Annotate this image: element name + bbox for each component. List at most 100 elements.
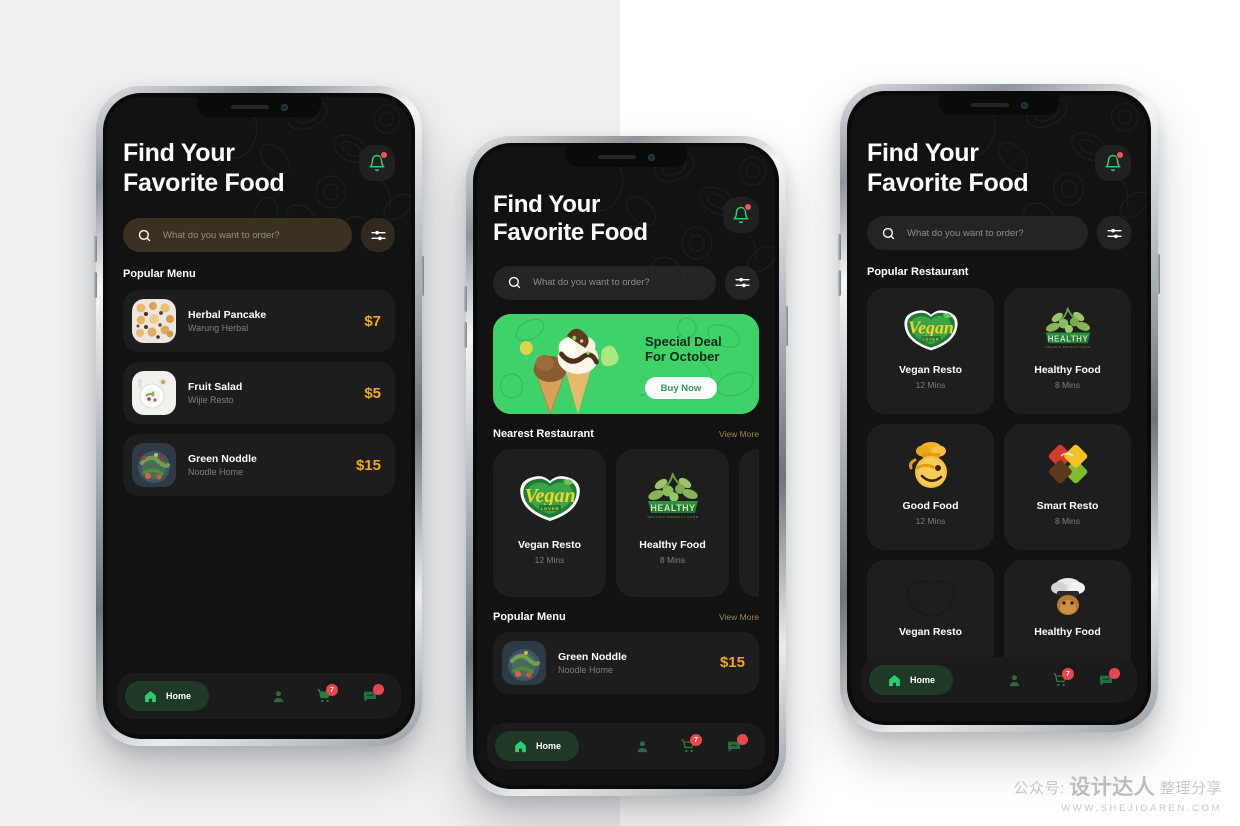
volume-button[interactable]	[464, 322, 467, 348]
home-icon	[889, 674, 900, 686]
page-title-line-2: Favorite Food	[123, 168, 285, 197]
svg-text:ORGANIC PRODUCT FOOD: ORGANIC PRODUCT FOOD	[647, 515, 698, 519]
restaurant-time: 8 Mins	[659, 554, 686, 565]
tab-profile[interactable]	[619, 731, 665, 761]
screen-popular-restaurant: Find Your Favorite Food What do you want…	[851, 95, 1147, 721]
restaurant-name: Vegan Resto	[517, 538, 582, 551]
bottom-tab-bar: Home 7	[487, 723, 765, 769]
tab-home[interactable]: Home	[495, 731, 579, 761]
volume-button[interactable]	[94, 236, 97, 262]
view-more-link[interactable]: View More	[719, 612, 759, 622]
tab-home[interactable]: Home	[869, 665, 953, 695]
search-icon	[508, 276, 521, 289]
tab-profile[interactable]	[991, 665, 1037, 695]
buy-now-button[interactable]: Buy Now	[645, 377, 717, 400]
restaurant-name: Vegan Resto	[898, 364, 963, 376]
fruit-salad-photo	[132, 371, 176, 415]
restaurant-card[interactable]: HEALTHY ORGANIC PRODUCT FOOD Healthy Foo…	[616, 448, 729, 597]
home-icon	[145, 690, 156, 702]
tab-cart[interactable]: 7	[1037, 665, 1083, 695]
section-title: Nearest Restaurant	[493, 427, 594, 440]
filter-button[interactable]	[1097, 216, 1131, 250]
tab-home-label: Home	[909, 675, 935, 685]
user-icon	[1009, 674, 1019, 686]
restaurant-card[interactable]: Good Food 12 Mins	[867, 424, 994, 550]
menu-item-price: $5	[364, 384, 381, 402]
menu-item-thumbnail	[132, 443, 176, 487]
menu-item-price: $15	[719, 654, 745, 672]
menu-list-item[interactable]: Herbal Pancake Warung Herbal $7	[123, 290, 395, 352]
smart-resto-diamond-logo	[1048, 444, 1087, 484]
search-row: What do you want to order?	[493, 265, 759, 300]
filter-button[interactable]	[725, 265, 759, 300]
search-input[interactable]: What do you want to order?	[493, 265, 716, 300]
svg-text:LOVER: LOVER	[922, 338, 939, 342]
menu-item-restaurant: Noodle Home	[558, 664, 614, 675]
tab-messages[interactable]	[347, 681, 393, 711]
tab-cart[interactable]: 7	[665, 731, 711, 761]
restaurant-card[interactable]: HEALTHY ORGANIC PRODUCT FOOD Healthy Foo…	[1004, 288, 1131, 414]
restaurant-time: 8 Mins	[1054, 516, 1081, 526]
search-input[interactable]: What do you want to order?	[123, 218, 352, 252]
watermark-brand: 设计达人	[1069, 775, 1156, 799]
restaurant-logo	[1037, 440, 1099, 490]
restaurant-card[interactable]: Vegan LOVER Vegan Resto 12 Mins	[493, 448, 606, 597]
notifications-button[interactable]	[359, 145, 395, 181]
restaurant-card-partial[interactable]	[739, 448, 759, 597]
power-button[interactable]	[785, 306, 788, 346]
search-placeholder: What do you want to order?	[907, 227, 1024, 239]
restaurant-logo	[900, 440, 962, 490]
page-title-line-2: Favorite Food	[493, 219, 648, 247]
tab-messages[interactable]	[1083, 665, 1129, 695]
menu-item-text: Fruit Salad Wijie Resto	[188, 381, 352, 405]
menu-item-restaurant: Noodle Home	[188, 467, 244, 477]
menu-list-item[interactable]: Green Noddle Noodle Home $15	[493, 631, 759, 694]
restaurant-name: Good Food	[902, 500, 959, 512]
tab-messages[interactable]	[711, 731, 757, 761]
restaurant-card[interactable]: Smart Resto 8 Mins	[1004, 424, 1131, 550]
menu-list-item[interactable]: Green Noddle Noodle Home $15	[123, 434, 395, 496]
menu-item-text: Green Noddle Noodle Home	[558, 651, 708, 675]
svg-text:HEALTHY: HEALTHY	[1047, 335, 1088, 344]
restaurant-logo	[900, 576, 962, 616]
page-title-line-2: Favorite Food	[867, 168, 1029, 197]
screen-popular-menu: Find Your Favorite Food What do you want…	[107, 97, 411, 735]
volume-button[interactable]	[838, 270, 841, 296]
promo-banner[interactable]: Special Deal For October Buy Now	[493, 313, 759, 414]
bottom-tab-bar: Home 7	[861, 657, 1137, 703]
notifications-button[interactable]	[723, 197, 759, 233]
power-button[interactable]	[1157, 254, 1160, 294]
restaurant-time: 12 Mins	[915, 516, 946, 526]
svg-text:HEALTHY: HEALTHY	[650, 503, 695, 513]
restaurant-logo: Vegan LOVER	[893, 304, 969, 354]
menu-item-thumbnail	[132, 371, 176, 415]
notification-dot	[380, 151, 388, 159]
tab-home-label: Home	[535, 741, 561, 751]
volume-button[interactable]	[838, 234, 841, 260]
restaurant-card[interactable]: Vegan LOVER Vegan Resto 12 Mins	[867, 288, 994, 414]
tab-home[interactable]: Home	[125, 681, 209, 711]
power-button[interactable]	[421, 256, 424, 296]
menu-item-text: Herbal Pancake Warung Herbal	[188, 309, 352, 333]
volume-button[interactable]	[94, 272, 97, 298]
search-placeholder: What do you want to order?	[533, 277, 650, 289]
search-input[interactable]: What do you want to order?	[867, 216, 1088, 250]
view-more-link[interactable]: View More	[719, 429, 759, 439]
volume-button[interactable]	[464, 286, 467, 312]
restaurant-name: Healthy Food	[639, 538, 706, 551]
page-title-line-1: Find Your	[867, 139, 979, 167]
svg-text:ORGANIC PRODUCT FOOD: ORGANIC PRODUCT FOOD	[1045, 345, 1090, 349]
tab-cart[interactable]: 7	[301, 681, 347, 711]
messages-badge	[373, 684, 384, 695]
good-food-chef-logo	[908, 442, 947, 488]
tab-profile[interactable]	[255, 681, 301, 711]
restaurant-name: Vegan Resto	[898, 626, 963, 638]
menu-list-item[interactable]: Fruit Salad Wijie Resto $5	[123, 362, 395, 424]
vegan-lover-logo: Vegan LOVER	[903, 310, 958, 351]
notifications-button[interactable]	[1095, 145, 1131, 181]
search-icon	[138, 229, 151, 241]
svg-text:Vegan: Vegan	[524, 485, 575, 507]
restaurant-time: 12 Mins	[534, 554, 565, 565]
filter-sliders-icon	[370, 230, 386, 240]
filter-button[interactable]	[361, 218, 395, 252]
